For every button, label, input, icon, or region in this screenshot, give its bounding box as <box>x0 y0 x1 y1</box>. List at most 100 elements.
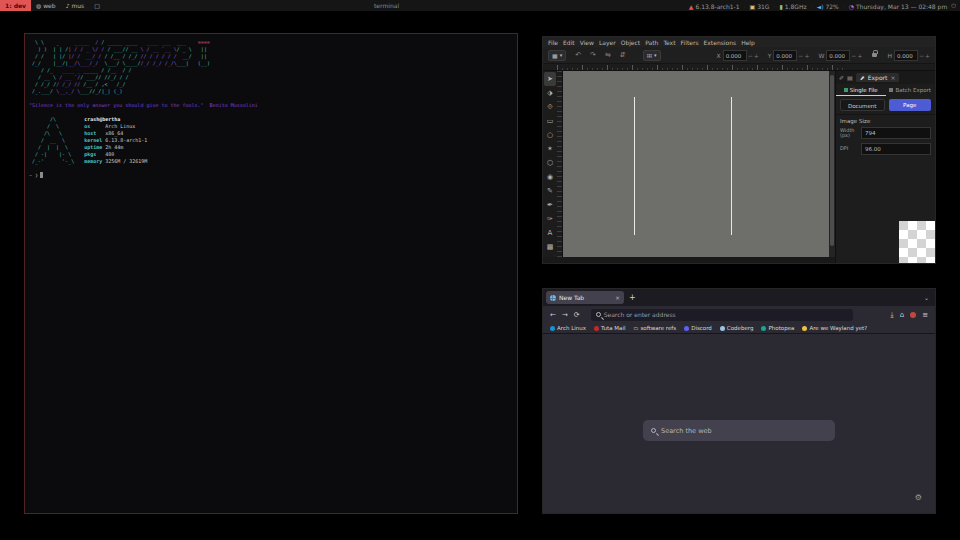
flip-horizontal-button[interactable]: ⇋ <box>605 51 611 59</box>
ellipse-tool-icon[interactable]: ○ <box>544 128 556 142</box>
rect-tool-icon[interactable]: ▭ <box>544 114 556 128</box>
workspace-2[interactable]: ◍web <box>31 0 61 11</box>
inkscape-canvas[interactable] <box>563 71 829 257</box>
menu-icon[interactable]: ≡ <box>922 311 928 319</box>
menu-edit[interactable]: Edit <box>563 39 575 46</box>
ascii-art-welcome: \ \ _ _____ / / _____ ____ ____ ___ ___ … <box>29 39 513 67</box>
objects-dialog-icon[interactable]: ✐ <box>839 74 844 81</box>
gradient-tool-icon[interactable]: ▩ <box>544 240 556 254</box>
pencil-tool-icon[interactable]: ✎ <box>544 184 556 198</box>
export-tab[interactable]: ⬈ Export × <box>856 73 900 82</box>
fetch-output: /\ / \ /\ \ / __ \ / | | \ / -| |- \ /_-… <box>29 116 513 165</box>
h-field[interactable]: H 0.000 −+ <box>887 50 930 61</box>
shell-prompt[interactable]: ~ ❯ <box>29 172 513 179</box>
calligraphy-tool-icon[interactable]: ✑ <box>544 212 556 226</box>
bookmark-software-refs[interactable]: 🗀software refs <box>633 325 676 331</box>
width-input[interactable]: 794 <box>861 127 931 139</box>
workspace-3[interactable]: ♪mus <box>61 0 90 11</box>
folder-icon: 🗀 <box>633 325 638 331</box>
menu-file[interactable]: File <box>548 39 558 46</box>
reload-button[interactable]: ⟳ <box>574 311 580 319</box>
workspace-4[interactable]: ▢ <box>89 0 105 11</box>
width-label: Width (px) <box>840 128 858 139</box>
spiral-tool-icon[interactable]: ◉ <box>544 170 556 184</box>
shape-builder-tool-icon[interactable]: ⟐ <box>544 100 556 114</box>
globe-icon <box>550 295 556 301</box>
page-button[interactable]: Page <box>889 99 932 111</box>
bookmark-tuta-mail[interactable]: Tuta Mail <box>594 325 625 331</box>
navigation-bar: ← → ⟳ Search or enter address ⤓ ⌂ ≡ <box>543 306 935 323</box>
close-tab-icon[interactable]: × <box>890 74 895 81</box>
align-dropdown[interactable]: 𝍖▾ <box>643 50 661 61</box>
settings-gear-icon[interactable]: ⚙ <box>915 493 922 502</box>
bookmark-favicon <box>802 326 807 331</box>
power-icon[interactable]: ⏻ <box>951 2 956 10</box>
layers-dialog-icon[interactable]: ▤ <box>847 74 853 81</box>
download-icon[interactable]: ⤓ <box>891 311 894 319</box>
active-tab[interactable]: New Tab × <box>546 291 624 304</box>
menu-help[interactable]: Help <box>741 39 755 46</box>
back-button[interactable]: ← <box>550 311 556 319</box>
bookmarks-bar: Arch Linux Tuta Mail 🗀software refs Discord… <box>543 323 935 334</box>
menu-text[interactable]: Text <box>663 39 675 46</box>
node-tool-icon[interactable]: ⬗ <box>544 86 556 100</box>
text-tool-icon[interactable]: A <box>544 226 556 240</box>
home-icon[interactable]: ⌂ <box>900 311 904 319</box>
clock-icon: ◔ <box>849 3 854 10</box>
document-button[interactable]: Document <box>840 99 885 111</box>
inkscape-tool-controls: ▦▾ ↶ ↷ ⇋ ⇵ 𝍖▾ X 0.000 −+ Y 0.000 −+ W 0.… <box>543 47 935 64</box>
status-modules: ▲ 6.13.8-arch1-1 · ▣ 31G · ▮ 1.8GHz · ◄)… <box>689 2 956 10</box>
tab-close-icon[interactable]: × <box>615 294 620 301</box>
menu-layer[interactable]: Layer <box>599 39 616 46</box>
bookmark-are-we-wayland-yet-[interactable]: Are we Wayland yet? <box>802 325 867 331</box>
web-search-input[interactable]: Search the web <box>643 420 835 441</box>
terminal-quote: "Silence is the only answer you should g… <box>29 102 513 109</box>
undo-button[interactable]: ↶ <box>575 51 581 59</box>
dpi-input[interactable]: 96.00 <box>861 143 931 155</box>
export-dock: ✐ ▤ ⬈ Export × Single File Batch Export … <box>835 71 935 263</box>
search-icon <box>651 428 656 433</box>
tool-options-dropdown[interactable]: ▦▾ <box>548 50 566 61</box>
flip-vertical-button[interactable]: ⇵ <box>620 51 626 59</box>
workspace-icon: ◍ <box>36 2 41 9</box>
workspace-icon: ♪ <box>66 2 70 9</box>
bookmark-codeberg[interactable]: Codeberg <box>720 325 754 331</box>
lock-ratio-icon[interactable] <box>872 53 877 57</box>
box3d-tool-icon[interactable]: ⬡ <box>544 156 556 170</box>
selector-tool-icon[interactable]: ➤ <box>544 72 556 86</box>
workspace-list: 1: dev◍web♪mus▢ <box>0 0 105 11</box>
menu-path[interactable]: Path <box>645 39 658 46</box>
batch-export-tab[interactable]: Batch Export <box>886 84 936 96</box>
firefox-window[interactable]: New Tab × + ⌄ ← → ⟳ Search or enter addr… <box>542 288 936 514</box>
redo-button[interactable]: ↷ <box>590 51 596 59</box>
x-field[interactable]: X 0.000 −+ <box>717 50 759 61</box>
bookmark-photopea[interactable]: Photopea <box>761 325 794 331</box>
terminal-window[interactable]: \ \ _ _____ / / _____ ____ ____ ___ ___ … <box>24 33 518 514</box>
clock-module: ◔ Thursday, Mar 13 — 02:48 pm <box>849 3 948 10</box>
menu-filters[interactable]: Filters <box>681 39 699 46</box>
canvas-hscrollbar[interactable] <box>543 257 835 263</box>
star-tool-icon[interactable]: ✶ <box>544 142 556 156</box>
url-bar[interactable]: Search or enter address <box>591 309 853 321</box>
menu-view[interactable]: View <box>580 39 594 46</box>
forward-button[interactable]: → <box>562 311 568 319</box>
bookmark-discord[interactable]: Discord <box>684 325 712 331</box>
inkscape-menubar: File Edit View Layer Object Path Text Filters Ex… <box>543 37 935 47</box>
cpu-icon: ▮ <box>779 3 782 10</box>
inkscape-window[interactable]: File Edit View Layer Object Path Text Filters Ex… <box>542 36 936 264</box>
menu-object[interactable]: Object <box>621 39 641 46</box>
new-tab-button[interactable]: + <box>629 293 636 302</box>
status-bar: 1: dev◍web♪mus▢ terminal ▲ 6.13.8-arch1-… <box>0 0 960 11</box>
separator: · <box>744 3 746 10</box>
bookmark-arch-linux[interactable]: Arch Linux <box>550 325 586 331</box>
list-all-tabs-icon[interactable]: ⌄ <box>924 294 929 301</box>
w-field[interactable]: W 0.000 −+ <box>818 50 862 61</box>
batch-export-icon <box>889 88 893 92</box>
y-field[interactable]: Y 0.000 −+ <box>768 50 810 61</box>
menu-extensions[interactable]: Extensions <box>704 39 737 46</box>
single-file-tab[interactable]: Single File <box>836 84 886 96</box>
workspace-1[interactable]: 1: dev <box>0 0 31 11</box>
volume-module: ◄) 72% <box>817 3 839 10</box>
ublock-extension-icon[interactable] <box>910 312 916 318</box>
pen-tool-icon[interactable]: ✒ <box>544 198 556 212</box>
